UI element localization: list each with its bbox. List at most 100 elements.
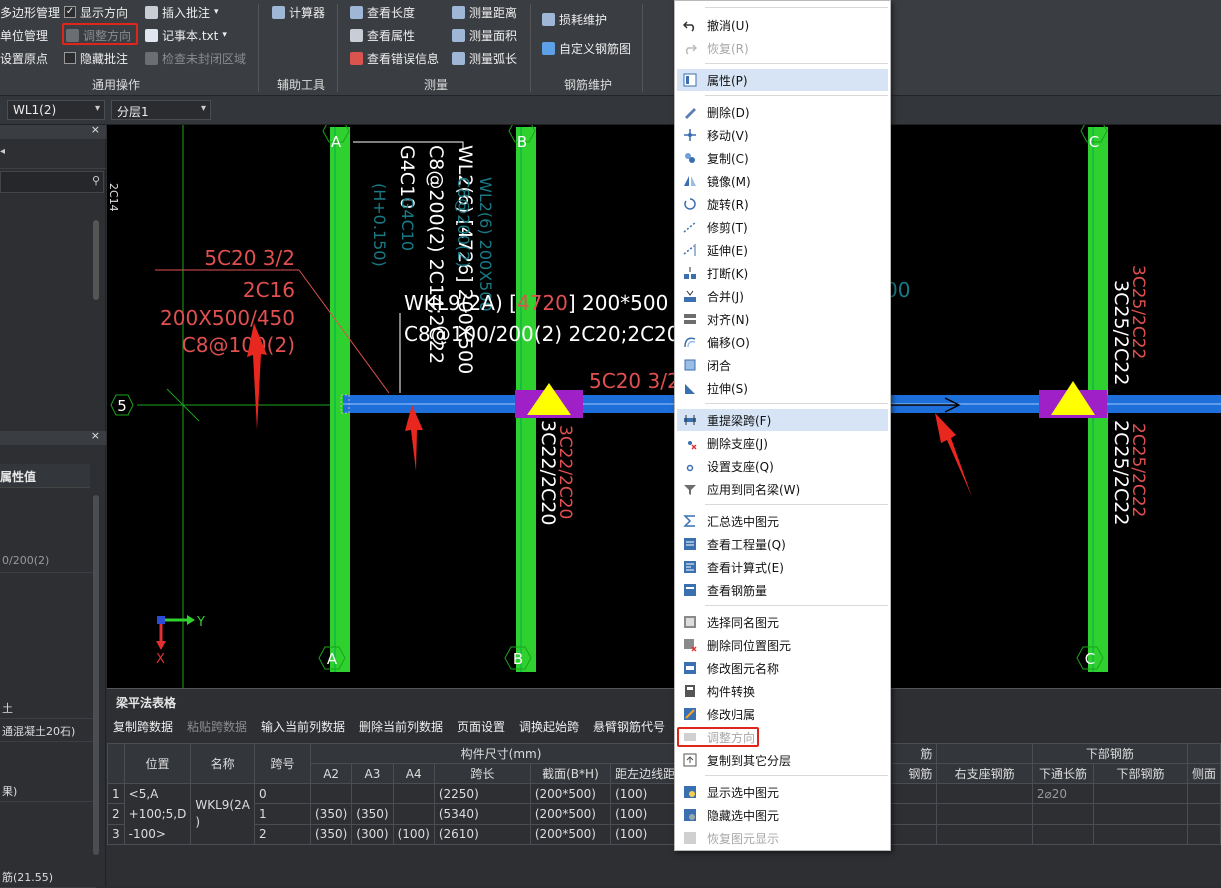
view-props-button[interactable]: 查看属性	[350, 25, 415, 45]
cell-span[interactable]: 2	[253, 823, 312, 846]
cell[interactable]	[936, 803, 1033, 825]
cell-section[interactable]: (200*500)	[529, 782, 612, 805]
view-length-button[interactable]: 查看长度	[350, 2, 415, 22]
custom-rebar-button[interactable]: 自定义钢筋图	[542, 38, 631, 58]
input-column-button[interactable]: 输入当前列数据	[261, 718, 345, 735]
menu-item-rotate[interactable]: 旋转(R)	[677, 193, 888, 215]
prop-row[interactable]: 筋(21.55)	[0, 865, 96, 888]
swap-start-span-button[interactable]: 调换起始跨	[519, 718, 579, 735]
scrollbar[interactable]	[93, 495, 99, 855]
top-rebar-annotation[interactable]: 5C20 3/2	[589, 369, 680, 393]
menu-item-delete[interactable]: 删除(D)	[677, 101, 888, 123]
measure-area-button[interactable]: 测量面积	[452, 25, 517, 45]
cell-span[interactable]: 0	[253, 782, 312, 805]
menu-item-redo[interactable]: 恢复(R)	[677, 37, 888, 59]
menu-item-view-quantity[interactable]: 查看工程量(Q)	[677, 533, 888, 555]
red-annotation-line2[interactable]: 2C16	[243, 278, 295, 302]
menu-item-merge[interactable]: 合并(J)	[677, 285, 888, 307]
cell-section[interactable]: (200*500)	[529, 803, 612, 825]
menu-item-undo[interactable]: 撤消(U)	[677, 14, 888, 36]
cell-a3[interactable]: (350)	[351, 803, 394, 825]
menu-item-align[interactable]: 对齐(N)	[677, 308, 888, 330]
cell[interactable]	[936, 823, 1033, 846]
menu-item-break[interactable]: 打断(K)	[677, 262, 888, 284]
red-annotation-line1[interactable]: 5C20 3/2	[204, 246, 295, 270]
menu-item-delete-same-pos[interactable]: 删除同位置图元	[677, 634, 888, 656]
loss-maintenance-button[interactable]: 损耗维护	[542, 9, 607, 29]
cell-a2[interactable]	[309, 782, 353, 805]
prop-row[interactable]: 0/200(2)	[0, 550, 96, 573]
menu-item-stretch[interactable]: 拉伸(S)	[677, 377, 888, 399]
cell-bottom-through[interactable]	[1031, 823, 1095, 846]
cell[interactable]	[1093, 782, 1188, 805]
menu-item-set-support[interactable]: 设置支座(Q)	[677, 455, 888, 477]
cell-bottom-through[interactable]: 2⌀20	[1031, 782, 1095, 805]
cell[interactable]	[1093, 803, 1188, 825]
element-select[interactable]: WL1(2)	[7, 100, 105, 120]
menu-item-trim[interactable]: 修剪(T)	[677, 216, 888, 238]
page-setup-button[interactable]: 页面设置	[457, 718, 505, 735]
prop-row[interactable]: 土	[0, 696, 96, 719]
delete-column-button[interactable]: 删除当前列数据	[359, 718, 443, 735]
cell[interactable]	[1186, 782, 1221, 805]
red-annotation-line4[interactable]: C8@100(2)	[182, 333, 295, 357]
cell-a4[interactable]	[392, 782, 435, 805]
cell[interactable]	[936, 782, 1033, 805]
polygon-mgmt-button[interactable]: 多边形管理	[0, 2, 60, 22]
menu-item-rename[interactable]: 修改图元名称	[677, 657, 888, 679]
unit-mgmt-button[interactable]: 单位管理	[0, 25, 48, 45]
measure-distance-button[interactable]: 测量距离	[452, 2, 517, 22]
menu-item-convert[interactable]: 构件转换	[677, 680, 888, 702]
red-annotation-line3[interactable]: 200X500/450	[160, 306, 295, 330]
table-row[interactable]: 1 <5,A +100;5,D -100> WKL9(2A ) 0 (2250)…	[107, 782, 1221, 845]
check-unclosed-button[interactable]: 检查未封闭区域	[145, 48, 246, 68]
menu-item-view-rebar[interactable]: 查看钢筋量	[677, 579, 888, 601]
drawing-canvas[interactable]: A B C A B C 5 WL2(6) [4726] 200X500 C8@2…	[107, 125, 1221, 688]
cell-a4[interactable]	[392, 803, 435, 825]
menu-item-view-formula[interactable]: 查看计算式(E)	[677, 556, 888, 578]
notepad-button[interactable]: 记事本.txt ▾	[145, 25, 227, 45]
show-direction-checkbox[interactable]: ✓ 显示方向	[64, 2, 128, 22]
scrollbar[interactable]	[93, 220, 99, 300]
cell-position[interactable]: <5,A +100;5,D -100>	[123, 783, 192, 845]
cell-a2[interactable]: (350)	[309, 803, 353, 825]
menu-item-close[interactable]: 闭合	[677, 354, 888, 376]
cell-a4[interactable]: (100)	[392, 823, 435, 846]
menu-item-properties[interactable]: 属性(P)	[677, 69, 888, 91]
table-row[interactable]: 3 2 (350) (300) (100) (2610) (200*500) (…	[107, 823, 1221, 846]
menu-item-copy-to-layer[interactable]: 复制到其它分层	[677, 749, 888, 771]
menu-item-re-extract-span[interactable]: 重提梁跨(F)	[677, 409, 888, 431]
close-icon[interactable]: ×	[91, 123, 100, 136]
copy-span-button[interactable]: 复制跨数据	[113, 718, 173, 735]
cell-section[interactable]: (200*500)	[529, 823, 612, 846]
cell[interactable]	[1186, 803, 1221, 825]
search-input[interactable]: ⚲	[0, 171, 104, 193]
calculator-button[interactable]: 计算器	[272, 2, 325, 22]
menu-item-hide-selected[interactable]: 隐藏选中图元	[677, 804, 888, 826]
cell-bottom-through[interactable]	[1031, 803, 1095, 825]
cell-name[interactable]: WKL9(2A )	[190, 783, 255, 845]
menu-item-restore-display[interactable]: 恢复图元显示	[677, 827, 888, 849]
table-row[interactable]: 2 1 (350) (350) (5340) (200*500) (100)	[107, 803, 1221, 825]
menu-item-offset[interactable]: 偏移(O)	[677, 331, 888, 353]
cell-a3[interactable]: (300)	[351, 823, 394, 846]
menu-item-summarize[interactable]: 汇总选中图元	[677, 510, 888, 532]
cell-a2[interactable]: (350)	[309, 823, 353, 846]
cell-span[interactable]: 1	[253, 803, 312, 825]
menu-item-show-selected[interactable]: 显示选中图元	[677, 781, 888, 803]
measure-arc-button[interactable]: 测量弧长	[452, 48, 517, 68]
wkl9-annotation-line1[interactable]: WKL9(2A) [4720] 200*500	[404, 291, 668, 315]
close-icon[interactable]: ×	[91, 429, 100, 442]
cell-a3[interactable]	[351, 782, 394, 805]
hide-annotation-checkbox[interactable]: 隐藏批注	[64, 48, 128, 68]
prop-row[interactable]: 果)	[0, 779, 96, 802]
menu-item-apply-same-name[interactable]: 应用到同名梁(W)	[677, 478, 888, 500]
paste-span-button[interactable]: 粘贴跨数据	[187, 718, 247, 735]
menu-item-copy[interactable]: 复制(C)	[677, 147, 888, 169]
menu-item-delete-support[interactable]: 删除支座(J)	[677, 432, 888, 454]
cell-length[interactable]: (2610)	[433, 823, 531, 846]
prop-row[interactable]: 通混凝土20石)	[0, 719, 96, 742]
collapse-icon[interactable]: ◂	[0, 146, 5, 157]
menu-item-mirror[interactable]: 镜像(M)	[677, 170, 888, 192]
menu-item-move[interactable]: 移动(V)	[677, 124, 888, 146]
